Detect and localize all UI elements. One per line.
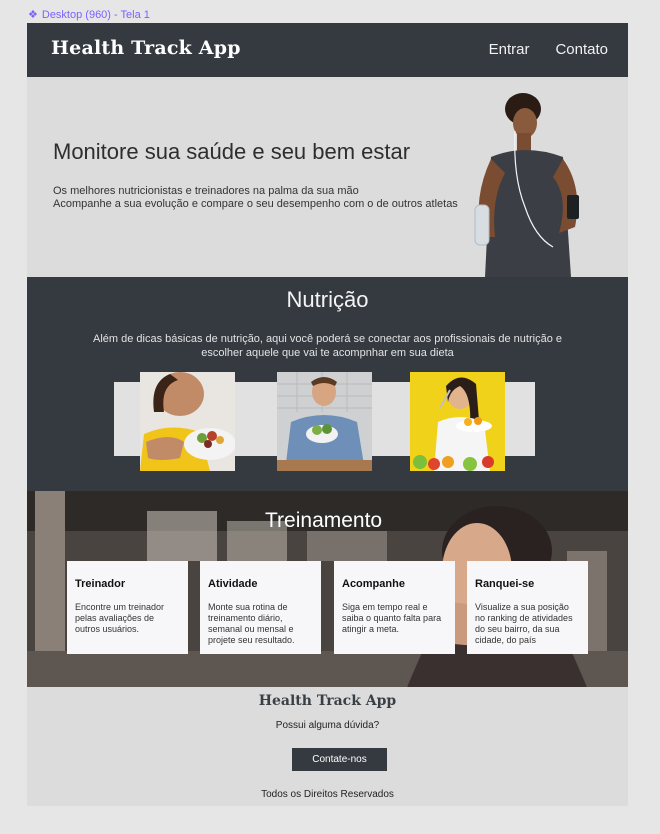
feature-card[interactable]: Ranquei-se Visualize a sua posição no ra…	[467, 561, 588, 654]
woman-eating-salad-photo	[140, 372, 235, 471]
hero-section: Monitore sua saúde e seu bem estar Os me…	[27, 77, 628, 277]
hero-title: Monitore sua saúde e seu bem estar	[53, 139, 411, 164]
card-title: Ranquei-se	[475, 578, 535, 590]
footer-copyright: Todos os Direitos Reservados	[261, 789, 394, 800]
card-title: Atividade	[208, 578, 258, 590]
feature-card[interactable]: Acompanhe Siga em tempo real e saiba o q…	[334, 561, 455, 654]
brand-logo[interactable]: Health Track App	[51, 37, 241, 59]
frame-label: ❖ Desktop (960) - Tela 1	[28, 8, 150, 22]
nutrition-title: Nutrição	[286, 287, 369, 312]
woman-eating-fruit-photo	[410, 372, 505, 471]
hero-line: Os melhores nutricionistas e treinadores…	[53, 185, 359, 197]
feature-card[interactable]: Treinador Encontre um treinador pelas av…	[67, 561, 188, 654]
feature-card[interactable]: Atividade Monte sua rotina de treinament…	[200, 561, 321, 654]
training-title: Treinamento	[265, 509, 383, 532]
nav: Entrar Contato	[489, 41, 608, 58]
man-eating-salad-photo	[277, 372, 372, 471]
card-text: Siga em tempo real e saiba o quanto falt…	[342, 602, 442, 634]
nutrition-description: Além de dicas básicas de nutrição, aqui …	[93, 333, 562, 359]
page: Health Track App Entrar Contato Monitore…	[27, 23, 628, 806]
footer-brand: Health Track App	[258, 693, 397, 709]
card-text: Visualize a sua posição no ranking de at…	[475, 602, 573, 645]
card-text: Encontre um treinador pelas avaliações d…	[75, 602, 165, 634]
frame-label-text: Desktop (960) - Tela 1	[41, 8, 150, 21]
card-text: Monte sua rotina de treinamento diário, …	[208, 602, 295, 645]
card-title: Treinador	[75, 578, 126, 590]
footer-question: Possui alguma dúvida?	[275, 720, 380, 731]
nav-entrar-link[interactable]: Entrar	[489, 41, 530, 58]
nav-contato-link[interactable]: Contato	[555, 41, 608, 58]
hero-line: Acompanhe a sua evolução e compare o seu…	[53, 198, 458, 210]
card-title: Acompanhe	[342, 578, 405, 590]
header: Health Track App Entrar Contato	[27, 23, 628, 77]
nutrition-section: Nutrição Além de dicas básicas de nutriç…	[27, 277, 628, 491]
training-section: Treinamento Treinador Encontre um treina…	[27, 491, 628, 687]
footer: Health Track App Possui alguma dúvida? C…	[27, 687, 628, 806]
component-icon: ❖	[28, 9, 38, 21]
contact-button[interactable]: Contate-nos	[292, 748, 387, 771]
hero-subtitle: Os melhores nutricionistas e treinadores…	[53, 185, 458, 211]
runner-photo	[474, 93, 579, 277]
